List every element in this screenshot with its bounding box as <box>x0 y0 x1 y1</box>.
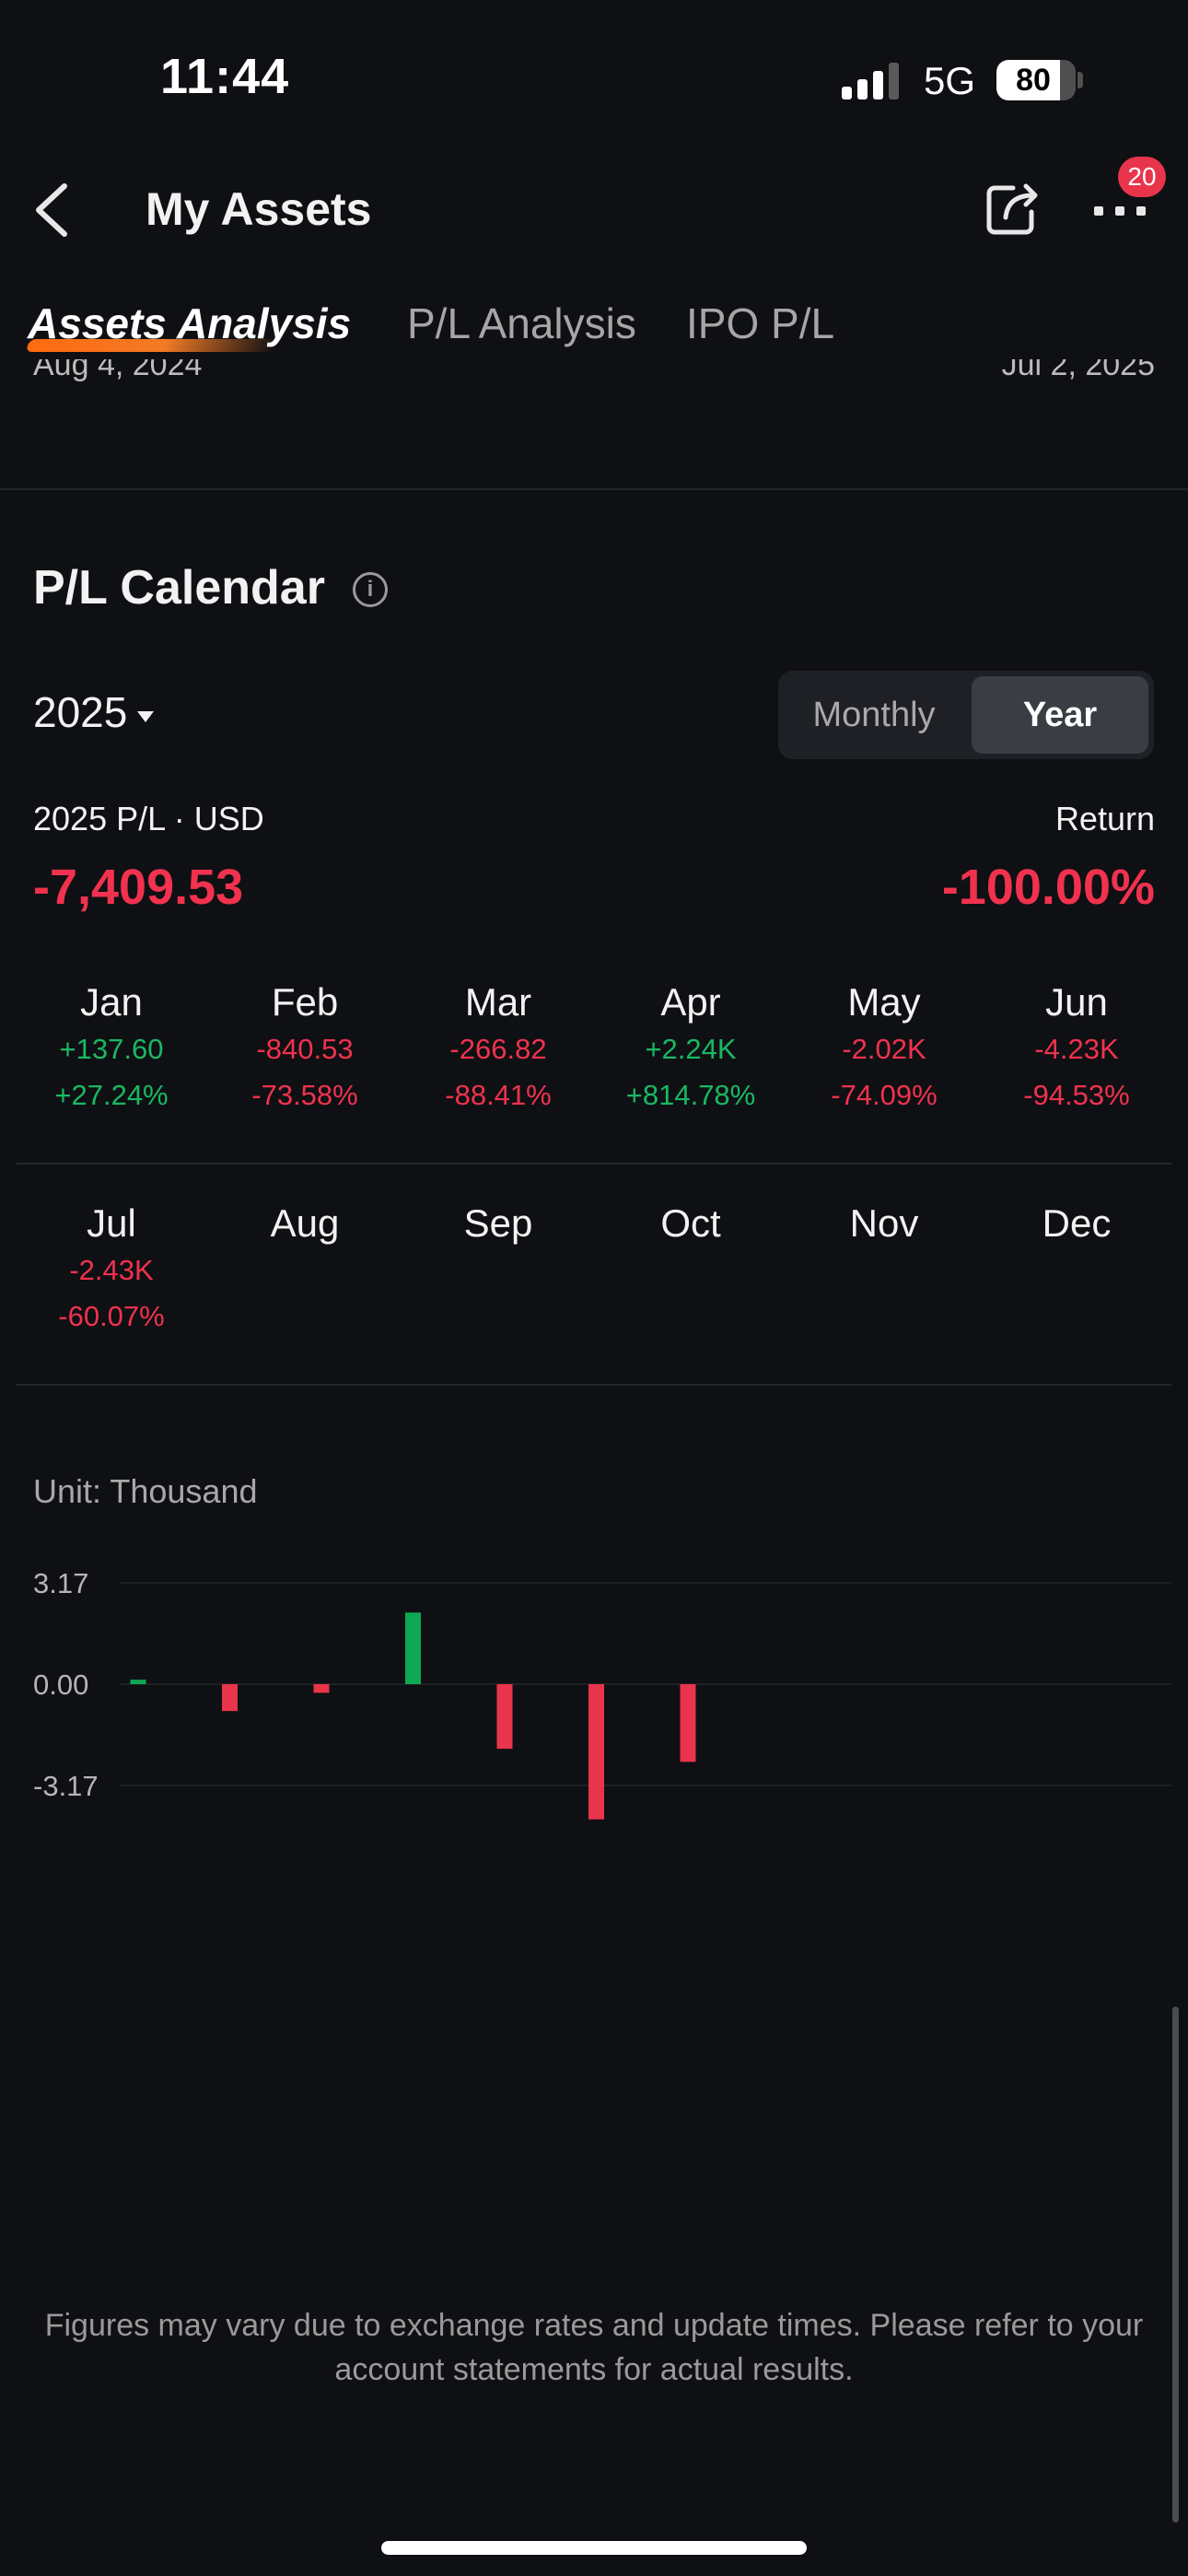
month-name: Jan <box>80 980 143 1024</box>
chart-unit-label: Unit: Thousand <box>33 1472 258 1510</box>
month-return-value: -94.53% <box>1023 1079 1130 1111</box>
month-cell-jun[interactable]: Jun -4.23K -94.53% <box>984 978 1169 1118</box>
range-start-date: Aug 4, 2024 <box>33 359 202 392</box>
bar-may[interactable] <box>496 1684 513 1750</box>
battery-icon: 80 <box>996 60 1076 100</box>
month-pl-value: +2.24K <box>645 1033 737 1065</box>
month-cell-feb[interactable]: Feb -840.53 -73.58% <box>213 978 397 1118</box>
status-bar: 11:44 5G 80 <box>0 0 1188 157</box>
month-return-value <box>599 1294 783 1340</box>
caret-down-icon[interactable] <box>137 711 154 722</box>
month-return-value <box>213 1294 397 1340</box>
tab-assets-analysis[interactable]: Assets Analysis <box>28 299 351 348</box>
month-pl-value: -2.43K <box>69 1254 154 1286</box>
month-cell-sep[interactable]: Sep <box>406 1200 590 1340</box>
month-cell-jul[interactable]: Jul -2.43K -60.07% <box>19 1200 204 1340</box>
share-icon[interactable] <box>980 175 1044 241</box>
battery-nub <box>1077 72 1083 88</box>
month-pl-value: -266.82 <box>449 1033 547 1065</box>
month-cell-aug[interactable]: Aug <box>213 1200 397 1340</box>
month-pl-value <box>406 1247 590 1294</box>
period-toggle: Monthly Year <box>778 671 1154 759</box>
tab-pl-analysis[interactable]: P/L Analysis <box>407 299 636 348</box>
month-name: Oct <box>660 1201 721 1245</box>
bar-mar[interactable] <box>313 1684 330 1693</box>
month-name: Dec <box>1042 1201 1112 1245</box>
month-pl-value <box>792 1247 976 1294</box>
return-label: Return <box>1054 800 1155 837</box>
more-icon[interactable] <box>1092 193 1147 225</box>
section-title: P/L Calendar <box>33 561 325 615</box>
month-pl-value: -2.02K <box>842 1033 926 1065</box>
month-pl-value <box>213 1247 397 1294</box>
info-icon[interactable]: i <box>353 572 388 607</box>
tab-ipo-pl[interactable]: IPO P/L <box>686 299 834 348</box>
monthly-toggle-button[interactable]: Monthly <box>784 676 964 754</box>
month-return-value: +814.78% <box>625 1079 756 1111</box>
page-title: My Assets <box>146 183 372 235</box>
bar-jun[interactable] <box>588 1684 604 1820</box>
month-cell-nov[interactable]: Nov <box>792 1200 976 1340</box>
month-name: Aug <box>270 1201 340 1245</box>
network-label: 5G <box>924 59 976 102</box>
return-value: -100.00% <box>941 860 1155 915</box>
year-dropdown[interactable]: 2025 <box>33 687 127 737</box>
month-return-value: -73.58% <box>251 1079 358 1111</box>
range-end-text: Jul 2, 2025 <box>1001 359 1155 382</box>
month-pl-value: +137.60 <box>59 1033 164 1065</box>
section-divider <box>0 488 1188 490</box>
bar-apr[interactable] <box>405 1612 421 1684</box>
bar-jul[interactable] <box>680 1684 696 1762</box>
month-cell-may[interactable]: May -2.02K -74.09% <box>792 978 976 1118</box>
bar-jan[interactable] <box>130 1680 146 1684</box>
month-return-value <box>406 1294 590 1340</box>
y-tick-label: -3.17 <box>33 1770 99 1802</box>
month-cell-dec[interactable]: Dec <box>984 1200 1169 1340</box>
month-grid-divider <box>17 1384 1171 1386</box>
pl-label: 2025 P/L · USD <box>33 800 264 837</box>
month-pl-value <box>984 1247 1169 1294</box>
month-name: Sep <box>463 1201 533 1245</box>
y-tick-label: 3.17 <box>33 1567 88 1599</box>
scrollbar[interactable] <box>1172 2007 1179 2523</box>
month-name: Jul <box>87 1201 136 1245</box>
month-return-value <box>984 1294 1169 1340</box>
month-name: Apr <box>660 980 721 1024</box>
month-cell-mar[interactable]: Mar -266.82 -88.41% <box>406 978 590 1118</box>
range-start-text: Aug 4, 2024 <box>33 359 203 382</box>
home-indicator[interactable] <box>381 2541 807 2555</box>
signal-icon <box>842 63 901 100</box>
month-cell-apr[interactable]: Apr +2.24K +814.78% <box>599 978 783 1118</box>
month-pl-value: -840.53 <box>256 1033 354 1065</box>
notification-badge: 20 <box>1118 157 1166 197</box>
month-name: Mar <box>464 980 532 1024</box>
status-time: 11:44 <box>160 49 290 104</box>
pl-bar-chart: 3.17 0.00 -3.17 <box>33 1567 1171 1820</box>
month-return-value: -88.41% <box>445 1079 552 1111</box>
month-pl-value: -4.23K <box>1034 1033 1119 1065</box>
month-row-divider <box>17 1163 1171 1165</box>
month-return-value <box>792 1294 976 1340</box>
month-cell-oct[interactable]: Oct <box>599 1200 783 1340</box>
back-icon[interactable] <box>26 177 81 241</box>
pl-value: -7,409.53 <box>33 860 244 915</box>
battery-percent: 80 <box>1016 63 1051 98</box>
bar-feb[interactable] <box>222 1684 238 1712</box>
range-end-date: Jul 2, 2025 <box>1002 359 1155 392</box>
month-cell-jan[interactable]: Jan +137.60 +27.24% <box>19 978 204 1118</box>
month-return-value: +27.24% <box>54 1079 169 1111</box>
month-name: Feb <box>271 980 339 1024</box>
month-name: Jun <box>1045 980 1108 1024</box>
year-toggle-button[interactable]: Year <box>972 676 1148 754</box>
y-tick-label: 0.00 <box>33 1669 88 1701</box>
disclaimer-text: Figures may vary due to exchange rates a… <box>44 2308 1144 2387</box>
month-name: May <box>847 980 921 1024</box>
month-pl-value <box>599 1247 783 1294</box>
month-return-value: -74.09% <box>831 1079 938 1111</box>
month-return-value: -60.07% <box>58 1300 165 1332</box>
month-name: Nov <box>849 1201 919 1245</box>
